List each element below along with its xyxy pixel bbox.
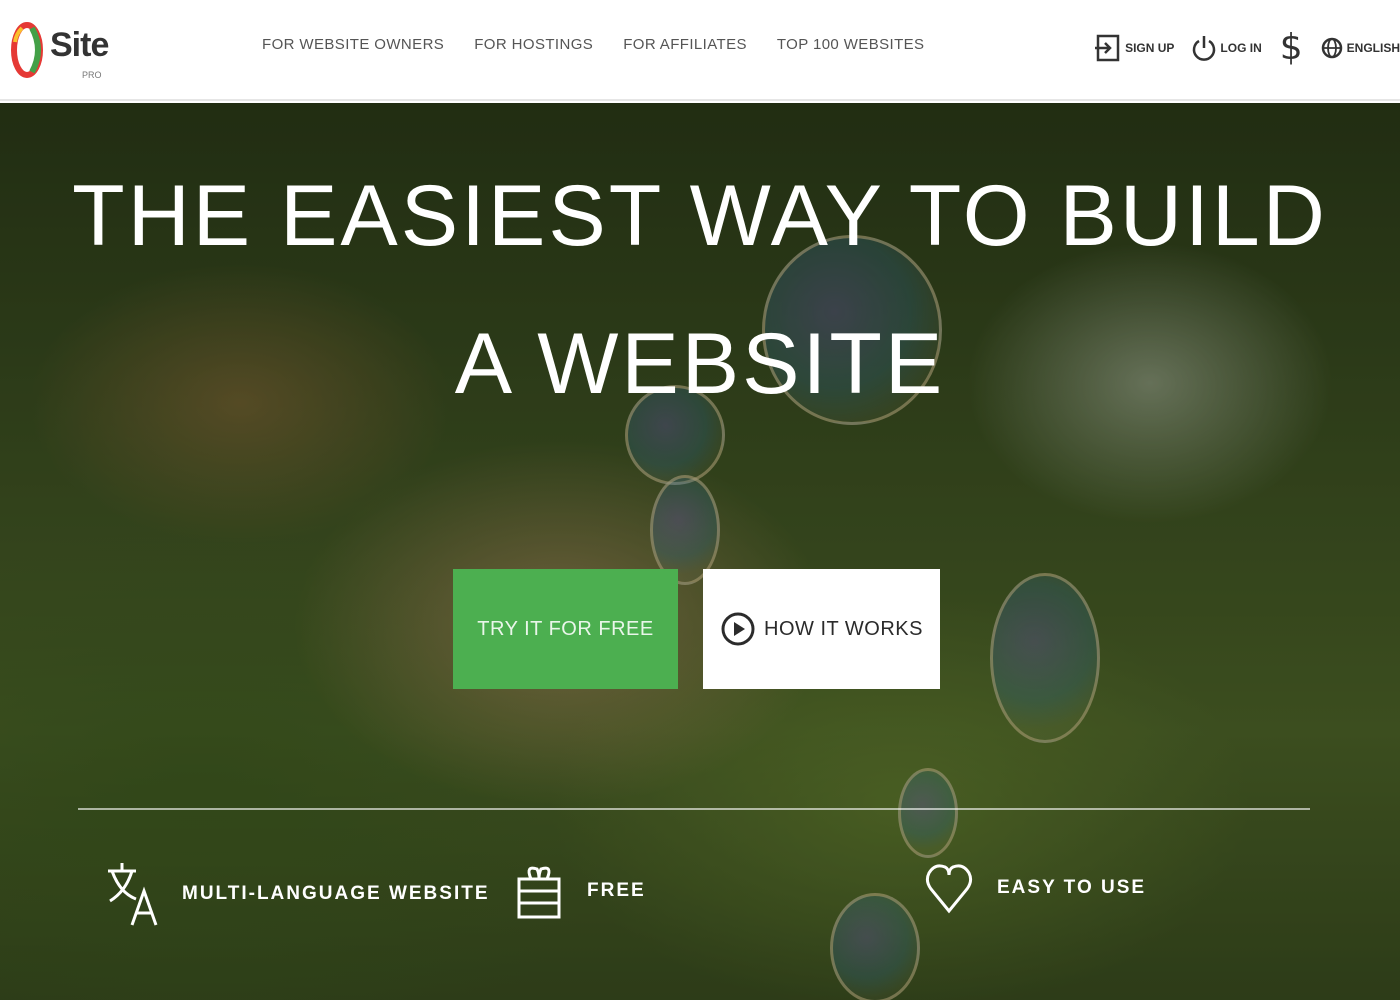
feature-free: FREE bbox=[515, 861, 646, 921]
account-nav: SIGN UP LOG IN $ ENGLISH bbox=[1095, 30, 1400, 66]
language-label: ENGLISH bbox=[1346, 41, 1400, 55]
power-icon bbox=[1193, 36, 1216, 61]
heart-icon bbox=[925, 864, 973, 914]
main-nav: FOR WEBSITE OWNERS FOR HOSTINGS FOR AFFI… bbox=[262, 36, 924, 53]
site-header: Site PRO FOR WEBSITE OWNERS FOR HOSTINGS… bbox=[0, 0, 1400, 101]
nav-hostings[interactable]: FOR HOSTINGS bbox=[474, 36, 593, 53]
login-link[interactable]: LOG IN bbox=[1192, 33, 1262, 63]
hero-headline-line2: A WEBSITE bbox=[454, 316, 946, 412]
feature-label: FREE bbox=[587, 880, 646, 901]
gift-icon bbox=[517, 866, 561, 919]
feature-label: EASY TO USE bbox=[997, 877, 1147, 898]
translate-icon bbox=[108, 863, 158, 926]
nav-top-websites[interactable]: TOP 100 WEBSITES bbox=[777, 36, 925, 53]
play-circle-icon bbox=[721, 612, 755, 646]
nav-affiliates[interactable]: FOR AFFILIATES bbox=[623, 36, 747, 53]
signup-label: SIGN UP bbox=[1125, 41, 1175, 55]
nav-website-owners[interactable]: FOR WEBSITE OWNERS bbox=[262, 36, 444, 53]
language-selector[interactable]: ENGLISH bbox=[1321, 37, 1400, 59]
feature-label: MULTI-LANGUAGE WEBSITE bbox=[182, 883, 490, 904]
feature-multilanguage: MULTI-LANGUAGE WEBSITE bbox=[106, 861, 490, 927]
globe-icon bbox=[1321, 37, 1342, 59]
feature-easy: EASY TO USE bbox=[925, 861, 1146, 915]
try-free-button[interactable]: TRY IT FOR FREE bbox=[453, 569, 678, 689]
signup-icon bbox=[1095, 34, 1120, 62]
currency-selector[interactable]: $ bbox=[1280, 30, 1303, 66]
signup-link[interactable]: SIGN UP bbox=[1095, 33, 1174, 63]
hero-divider bbox=[78, 808, 1310, 810]
how-it-works-button[interactable]: HOW IT WORKS bbox=[703, 569, 940, 689]
how-it-works-label: HOW IT WORKS bbox=[764, 617, 923, 640]
hero-section: THE EASIEST WAY TO BUILD A WEBSITE TRY I… bbox=[0, 103, 1400, 1000]
logo[interactable]: Site PRO bbox=[10, 22, 120, 82]
logo-mark-icon bbox=[11, 22, 43, 78]
login-label: LOG IN bbox=[1220, 41, 1262, 55]
hero-headline-line1: THE EASIEST WAY TO BUILD bbox=[72, 168, 1328, 264]
logo-text: Site bbox=[50, 26, 109, 64]
logo-subtext: PRO bbox=[82, 70, 102, 80]
